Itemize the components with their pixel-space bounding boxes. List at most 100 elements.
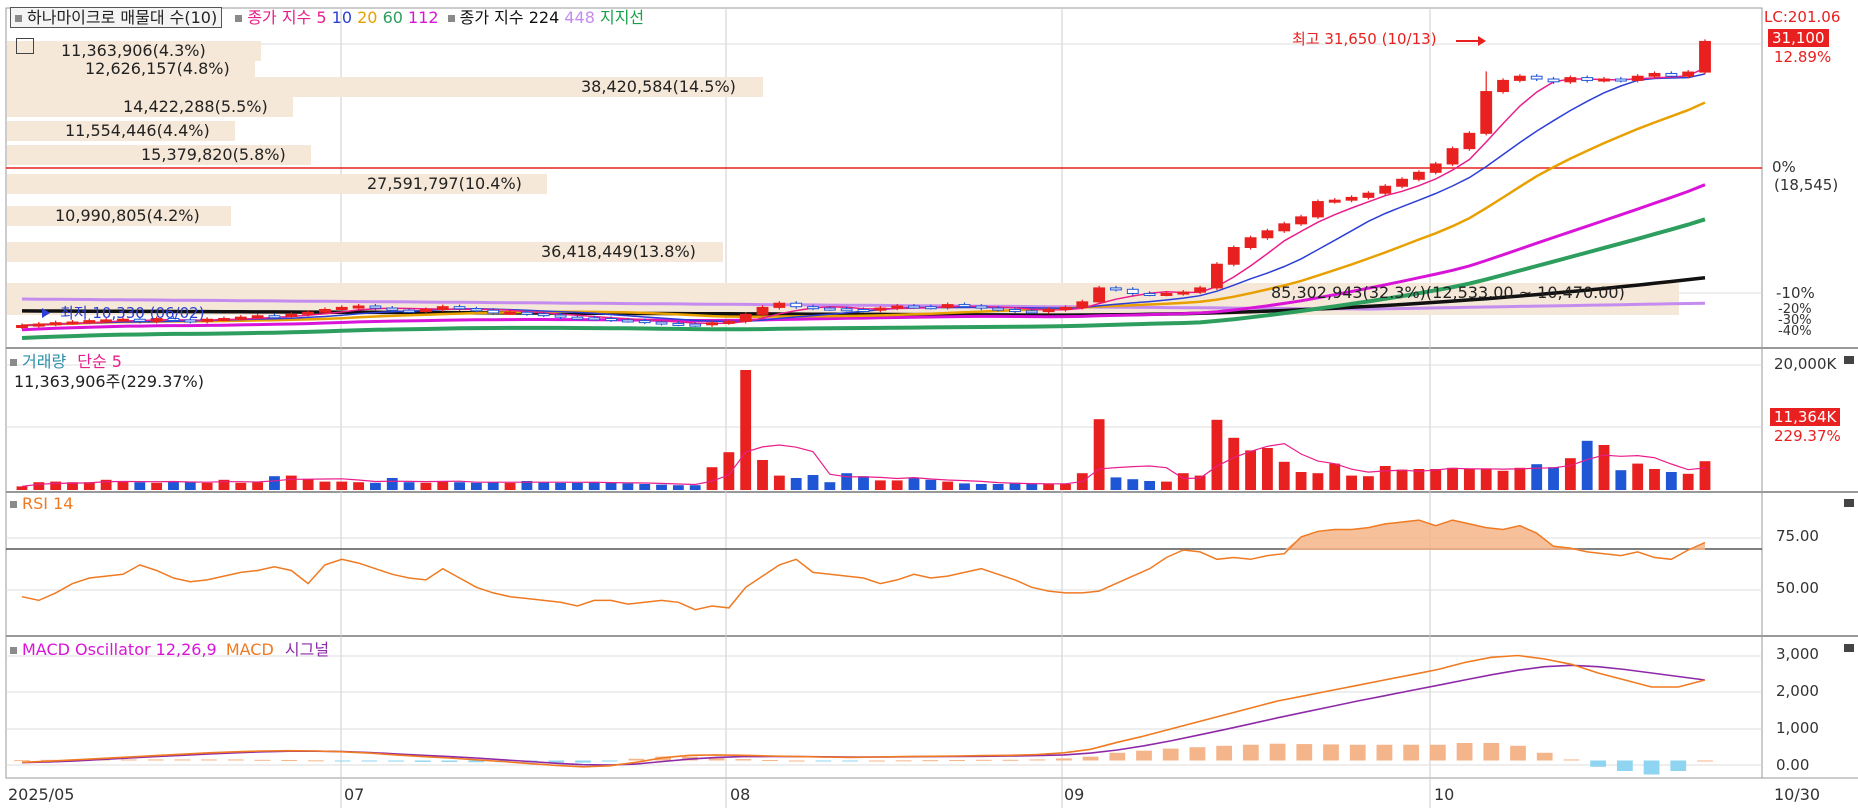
volume-bar bbox=[992, 484, 1004, 490]
signal-line bbox=[21, 664, 1706, 766]
volume-bar bbox=[1430, 469, 1442, 490]
candle-body bbox=[1227, 247, 1240, 265]
macd-tick-3000: 3,000 bbox=[1776, 645, 1819, 663]
macd-lines bbox=[14, 654, 1713, 775]
volume-bar bbox=[201, 482, 213, 490]
grid-table-icon[interactable] bbox=[16, 38, 34, 54]
volume-axis-top: 20,000K bbox=[1774, 355, 1837, 373]
volume-bar bbox=[33, 482, 45, 490]
macd-oscillator-bar bbox=[1323, 744, 1339, 761]
rsi-legend: RSI 14 bbox=[10, 494, 73, 514]
candle-body bbox=[992, 307, 1005, 311]
candle-body bbox=[908, 305, 920, 309]
candle-body bbox=[1396, 178, 1408, 187]
volume-bar bbox=[689, 485, 701, 490]
macd-oscillator-bar bbox=[1055, 758, 1072, 761]
volume-bar bbox=[1278, 461, 1290, 490]
candle-body bbox=[1614, 78, 1627, 82]
candle-body bbox=[655, 321, 668, 325]
macd-oscillator-bar bbox=[1670, 760, 1687, 771]
volume-bar bbox=[454, 482, 465, 490]
volume-bar bbox=[184, 482, 196, 490]
candle-body bbox=[1362, 192, 1375, 198]
panel-maximize-icon[interactable] bbox=[1844, 499, 1854, 507]
volume-bar bbox=[1581, 440, 1593, 490]
x-label-10-30: 10/30 bbox=[1774, 785, 1821, 804]
candle-body bbox=[924, 306, 937, 310]
macd-oscillator-bar bbox=[975, 759, 992, 761]
rsi-tick-75: 75.00 bbox=[1776, 527, 1819, 545]
macd-oscillator-bar bbox=[1269, 743, 1286, 761]
legend-ma-224: 종가 지수 224 bbox=[459, 8, 560, 27]
candle-body bbox=[1648, 72, 1661, 77]
volume-bar bbox=[1598, 445, 1610, 490]
legend-ma-20: 20 bbox=[357, 8, 378, 27]
volume-bar bbox=[420, 482, 432, 490]
candle-body bbox=[1211, 263, 1223, 289]
macd-oscillator-bar bbox=[1029, 759, 1046, 761]
volume-profile-label: 38,420,584(14.5%) bbox=[581, 77, 736, 96]
panel-maximize-icon[interactable] bbox=[1844, 644, 1854, 652]
macd-oscillator-bar bbox=[1697, 760, 1713, 762]
macd-oscillator-bar bbox=[628, 758, 645, 761]
x-label-07: 07 bbox=[344, 785, 365, 804]
macd-oscillator-bar bbox=[147, 759, 164, 761]
volume-bar bbox=[672, 485, 684, 490]
rsi-title: RSI 14 bbox=[22, 494, 74, 513]
candle-body bbox=[807, 306, 819, 310]
candle-body bbox=[436, 306, 449, 310]
candle-body bbox=[403, 309, 416, 313]
macd-oscillator-bar bbox=[788, 760, 805, 762]
candle-body bbox=[706, 322, 718, 326]
macd-oscillator-bar bbox=[1136, 750, 1152, 761]
low-annotation: 최저 10,330 (06/02) bbox=[60, 304, 205, 322]
volume-bar bbox=[1447, 467, 1458, 490]
volume-bar bbox=[639, 484, 651, 490]
volume-profile-label: 27,591,797(10.4%) bbox=[367, 174, 522, 193]
macd-oscillator-bar bbox=[1643, 760, 1660, 775]
macd-oscillator-bar bbox=[254, 759, 271, 761]
volume-bar bbox=[588, 482, 600, 490]
macd-oscillator-bar bbox=[1162, 748, 1179, 761]
volume-bar bbox=[134, 482, 146, 490]
volume-bar bbox=[336, 481, 348, 490]
volume-bar bbox=[1379, 466, 1391, 490]
candle-body bbox=[823, 307, 836, 311]
volume-current-badge: 11,364K bbox=[1770, 408, 1841, 426]
candle-body bbox=[268, 315, 281, 319]
volume-profile-label: 85,302,943(32.3%)(12,533.00 ~ 10,470.00) bbox=[1271, 283, 1625, 302]
macd-oscillator-bar bbox=[1242, 744, 1259, 761]
volume-bar bbox=[1093, 419, 1105, 490]
candle-body bbox=[1110, 287, 1122, 291]
volume-bar bbox=[723, 452, 735, 490]
volume-bar bbox=[773, 475, 785, 490]
candle-body bbox=[49, 322, 62, 326]
square-icon bbox=[10, 359, 17, 366]
candle-body bbox=[1042, 308, 1055, 313]
candle-body bbox=[941, 304, 954, 308]
macd-oscillator-bar bbox=[201, 759, 217, 761]
volume-bar bbox=[807, 475, 819, 490]
volume-bar bbox=[370, 482, 381, 490]
volume-bar bbox=[1665, 472, 1677, 490]
volume-bar bbox=[1245, 450, 1257, 490]
macd-oscillator-bar bbox=[1376, 744, 1393, 761]
chart-title-tab[interactable]: 하나마이크로 매물대 수(10) bbox=[10, 7, 223, 28]
volume-bar bbox=[285, 475, 297, 490]
volume-bar bbox=[908, 478, 920, 490]
candle-body bbox=[1446, 148, 1459, 165]
volume-bar bbox=[622, 483, 634, 490]
macd-tick-0: 0.00 bbox=[1776, 756, 1810, 774]
macd-oscillator-bar bbox=[1296, 744, 1313, 761]
candle-body bbox=[537, 313, 550, 317]
candle-body bbox=[369, 305, 382, 309]
volume-bar bbox=[1026, 484, 1038, 490]
panel-maximize-icon[interactable] bbox=[1844, 356, 1854, 364]
candle-body bbox=[605, 318, 617, 322]
candle-body bbox=[1497, 79, 1509, 93]
candle-body bbox=[1009, 308, 1021, 312]
candle-body bbox=[386, 307, 399, 311]
candle-body bbox=[1311, 201, 1324, 218]
volume-title: 거래량 bbox=[22, 352, 67, 371]
volume-bar bbox=[1413, 469, 1425, 490]
